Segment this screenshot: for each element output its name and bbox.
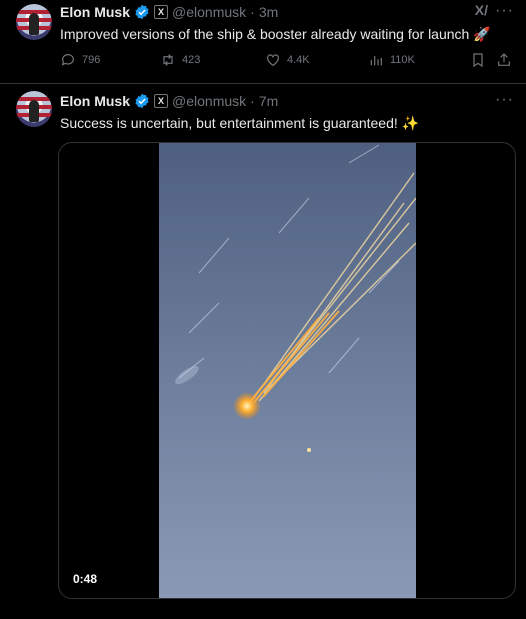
like-button[interactable]: 4.4K xyxy=(265,52,310,68)
repost-count: 423 xyxy=(182,54,201,66)
grok-icon[interactable]: X/ xyxy=(475,2,488,18)
more-icon[interactable]: ··· xyxy=(495,2,514,20)
avatar[interactable] xyxy=(16,4,52,40)
author-name[interactable]: Elon Musk xyxy=(60,4,130,20)
more-icon[interactable]: ··· xyxy=(495,91,514,109)
verified-badge-icon xyxy=(135,4,149,20)
views-icon xyxy=(370,56,382,66)
repost-icon xyxy=(163,54,173,66)
tweet-header: Elon Musk X @elonmusk · 7m xyxy=(60,91,278,111)
video-player[interactable]: 0:48 xyxy=(58,142,516,599)
separator: · xyxy=(250,4,255,20)
video-frame[interactable] xyxy=(159,143,416,599)
affiliate-badge-icon: X xyxy=(154,5,169,19)
avatar[interactable] xyxy=(16,91,52,127)
affiliate-badge-icon: X xyxy=(154,94,169,108)
tweet[interactable]: Elon Musk X @elonmusk · 7m ··· Success i… xyxy=(0,85,526,619)
view-count: 110K xyxy=(390,54,415,66)
reply-button[interactable]: 796 xyxy=(60,52,100,68)
tweet[interactable]: Elon Musk X @elonmusk · 3m X/ ··· Improv… xyxy=(0,0,526,84)
video-duration: 0:48 xyxy=(73,572,98,586)
views-button[interactable]: 110K xyxy=(368,52,415,68)
timestamp[interactable]: 3m xyxy=(259,4,278,20)
heart-icon xyxy=(267,54,279,67)
like-count: 4.4K xyxy=(287,54,310,66)
repost-button[interactable]: 423 xyxy=(160,52,200,68)
bookmark-button[interactable] xyxy=(470,52,486,68)
reply-icon xyxy=(61,54,74,66)
tweet-text: Improved versions of the ship & booster … xyxy=(60,26,491,42)
timestamp[interactable]: 7m xyxy=(259,93,278,109)
bookmark-icon xyxy=(473,53,483,68)
tweet-header: Elon Musk X @elonmusk · 3m xyxy=(60,2,278,22)
share-icon xyxy=(498,53,510,66)
separator: · xyxy=(250,93,255,109)
verified-badge-icon xyxy=(135,93,149,109)
reply-count: 796 xyxy=(82,54,101,66)
author-handle[interactable]: @elonmusk xyxy=(172,4,246,20)
author-handle[interactable]: @elonmusk xyxy=(172,93,246,109)
share-button[interactable] xyxy=(496,52,512,68)
tweet-text: Success is uncertain, but entertainment … xyxy=(60,115,420,131)
author-name[interactable]: Elon Musk xyxy=(60,93,130,109)
action-bar: 796 423 4.4K 110K xyxy=(60,52,510,72)
